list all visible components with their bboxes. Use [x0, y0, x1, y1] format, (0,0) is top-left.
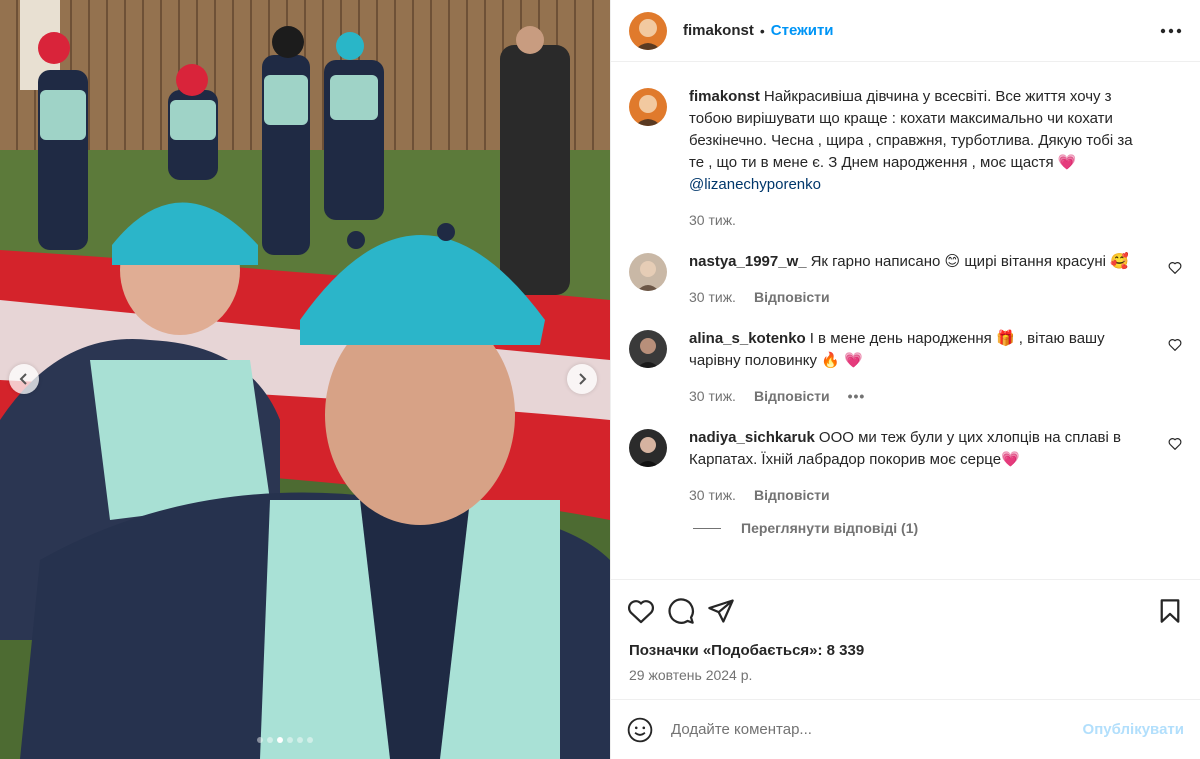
add-comment-bar: Опублікувати [611, 699, 1200, 759]
follow-button[interactable]: Стежити [771, 22, 834, 39]
comment-item: alina_s_kotenko І в мене день народження … [629, 328, 1182, 407]
smiley-icon [627, 717, 653, 742]
post-photo[interactable] [0, 0, 610, 759]
caption-meta: 30 тиж. [689, 209, 1149, 231]
like-comment-button[interactable] [1168, 261, 1182, 277]
caption-username[interactable]: fimakonst [689, 88, 760, 105]
next-photo-button[interactable] [567, 364, 597, 394]
post-date[interactable]: 29 жовтень 2024 р. [629, 667, 1184, 683]
carousel-dots [257, 737, 313, 743]
emoji-button[interactable] [627, 717, 653, 743]
chevron-right-icon [579, 373, 587, 385]
publish-button[interactable]: Опублікувати [1083, 721, 1184, 738]
comment-avatar-image [629, 429, 667, 467]
comment-avatar[interactable] [629, 253, 667, 291]
carousel-dot [267, 737, 273, 743]
heart-outline-icon [1168, 438, 1182, 451]
view-replies-label: Переглянути відповіді (1) [741, 520, 919, 536]
author-avatar-image [629, 11, 667, 50]
separator-dot: • [759, 22, 765, 39]
post-side-panel: fimakonst • Стежити fimakonst Найкрасиві… [610, 0, 1200, 759]
comment-time[interactable]: 30 тиж. [689, 286, 736, 308]
author-username[interactable]: fimakonst [683, 22, 754, 39]
comment-item: nastya_1997_w_ Як гарно написано 😊 щирі в… [629, 251, 1182, 308]
comment-body: alina_s_kotenko І в мене день народження … [689, 328, 1149, 407]
caption-avatar-image [629, 88, 667, 126]
comment-avatar-image [629, 330, 667, 368]
comment-body: nastya_1997_w_ Як гарно написано 😊 щирі в… [689, 251, 1149, 308]
caption-body: fimakonst Найкрасивіша дівчина у всесвіті… [689, 86, 1149, 231]
carousel-dot [257, 737, 263, 743]
heart-icon [628, 600, 654, 624]
caption-emoji: 💗 [1057, 154, 1077, 171]
comment-body: nadiya_sichkaruk ООО ми теж були у цих хл… [689, 427, 1149, 506]
like-comment-button[interactable] [1168, 338, 1182, 354]
heart-outline-icon [1168, 262, 1182, 275]
likes-count[interactable]: Позначки «Подобається»: 8 339 [629, 642, 1184, 659]
share-button[interactable] [707, 598, 735, 624]
send-icon [708, 599, 734, 623]
replies-line [693, 527, 721, 529]
action-icons [627, 580, 1184, 642]
previous-photo-button[interactable] [9, 364, 39, 394]
like-button[interactable] [627, 598, 655, 624]
heart-outline-icon [1168, 339, 1182, 352]
comment-avatar[interactable] [629, 330, 667, 368]
comment-meta: 30 тиж. Відповісти [689, 484, 1149, 506]
caption-time[interactable]: 30 тиж. [689, 209, 736, 231]
carousel-dot-active [277, 737, 283, 743]
carousel-dot [287, 737, 293, 743]
view-replies-button[interactable]: Переглянути відповіді (1) [693, 520, 1182, 536]
bookmark-icon [1160, 599, 1180, 623]
comment-username[interactable]: alina_s_kotenko [689, 330, 806, 347]
more-options-button[interactable] [1160, 28, 1182, 34]
comment-item: nadiya_sichkaruk ООО ми теж були у цих хл… [629, 427, 1182, 506]
post-caption: fimakonst Найкрасивіша дівчина у всесвіті… [629, 86, 1182, 231]
comment-options-button[interactable]: ••• [848, 385, 866, 407]
author-avatar[interactable] [629, 11, 667, 50]
reply-button[interactable]: Відповісти [754, 385, 830, 407]
comment-time[interactable]: 30 тиж. [689, 385, 736, 407]
comment-username[interactable]: nadiya_sichkaruk [689, 429, 815, 446]
comment-meta: 30 тиж. Відповісти ••• [689, 385, 1149, 407]
comment-text: Як гарно написано 😊 щирі вітання красуні… [810, 253, 1129, 270]
like-comment-button[interactable] [1168, 437, 1182, 453]
post-header: fimakonst • Стежити [611, 0, 1200, 62]
post-actions: Позначки «Подобається»: 8 339 29 жовтень… [611, 579, 1200, 699]
carousel-dot [297, 737, 303, 743]
comment-meta: 30 тиж. Відповісти [689, 286, 1149, 308]
comment-button[interactable] [667, 597, 695, 625]
comment-bubble-icon [668, 598, 694, 624]
caption-avatar[interactable] [629, 88, 667, 126]
comment-input[interactable] [671, 721, 1083, 738]
caption-mention-link[interactable]: @lizanechyporenko [689, 176, 821, 193]
comment-avatar[interactable] [629, 429, 667, 467]
comment-username[interactable]: nastya_1997_w_ [689, 253, 807, 270]
more-horizontal-icon [1160, 28, 1182, 33]
comment-avatar-image [629, 253, 667, 291]
chevron-left-icon [19, 373, 27, 385]
selfie-photo-image [0, 0, 610, 759]
post-modal: fimakonst • Стежити fimakonst Найкрасиві… [0, 0, 1200, 759]
comment-time[interactable]: 30 тиж. [689, 484, 736, 506]
reply-button[interactable]: Відповісти [754, 484, 830, 506]
comments-list[interactable]: fimakonst Найкрасивіша дівчина у всесвіті… [611, 62, 1200, 579]
save-button[interactable] [1158, 598, 1182, 624]
carousel-dot [307, 737, 313, 743]
reply-button[interactable]: Відповісти [754, 286, 830, 308]
